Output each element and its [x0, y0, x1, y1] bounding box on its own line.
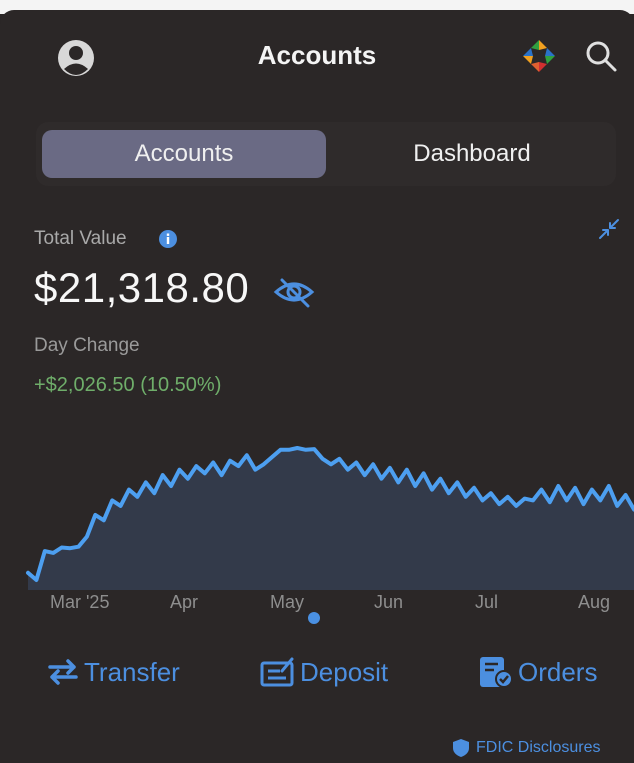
- view-segmented-control: Accounts Dashboard: [36, 122, 616, 186]
- total-value-amount: $21,318.80: [34, 264, 250, 311]
- search-button[interactable]: [583, 38, 619, 74]
- transfer-icon: [48, 659, 78, 685]
- transfer-button[interactable]: Transfer: [46, 650, 180, 694]
- app-screen: Accounts Accounts Dashboard Total Value: [0, 10, 634, 763]
- x-tick-label: Apr: [170, 592, 199, 612]
- chart-area-fill: [28, 448, 634, 590]
- orders-button[interactable]: Orders: [478, 650, 597, 694]
- chart-scrub-indicator[interactable]: [308, 612, 320, 624]
- app-logo-icon: [523, 40, 555, 72]
- deposit-icon: [260, 657, 294, 687]
- search-icon: [586, 41, 617, 72]
- x-tick-label: Jun: [374, 592, 404, 612]
- fdic-disclosures-link[interactable]: FDIC Disclosures: [452, 738, 600, 758]
- x-tick-label: Jul: [475, 592, 499, 612]
- day-change-value: +$2,026.50 (10.50%): [34, 374, 222, 396]
- fdic-disclosures-label: FDIC Disclosures: [476, 739, 601, 756]
- transfer-label: Transfer: [84, 656, 180, 687]
- x-tick-label: Aug: [578, 592, 611, 612]
- x-tick-label: Mar '25: [50, 592, 110, 612]
- tab-accounts[interactable]: Accounts: [42, 130, 326, 178]
- total-value-label: Total Value: [34, 228, 127, 249]
- deposit-button[interactable]: Deposit: [260, 650, 388, 694]
- deposit-label: Deposit: [300, 656, 389, 687]
- day-change-label: Day Change: [34, 335, 140, 356]
- app-logo-button[interactable]: [521, 38, 557, 74]
- tab-dashboard[interactable]: Dashboard: [332, 130, 612, 178]
- x-tick-label: May: [270, 592, 305, 612]
- balance-history-chart[interactable]: [0, 440, 634, 590]
- shield-icon: [453, 739, 469, 757]
- orders-label: Orders: [518, 656, 598, 687]
- orders-icon: [480, 657, 513, 688]
- eye-slash-icon[interactable]: [272, 276, 316, 308]
- info-icon[interactable]: [158, 229, 178, 249]
- collapse-icon[interactable]: [596, 216, 622, 242]
